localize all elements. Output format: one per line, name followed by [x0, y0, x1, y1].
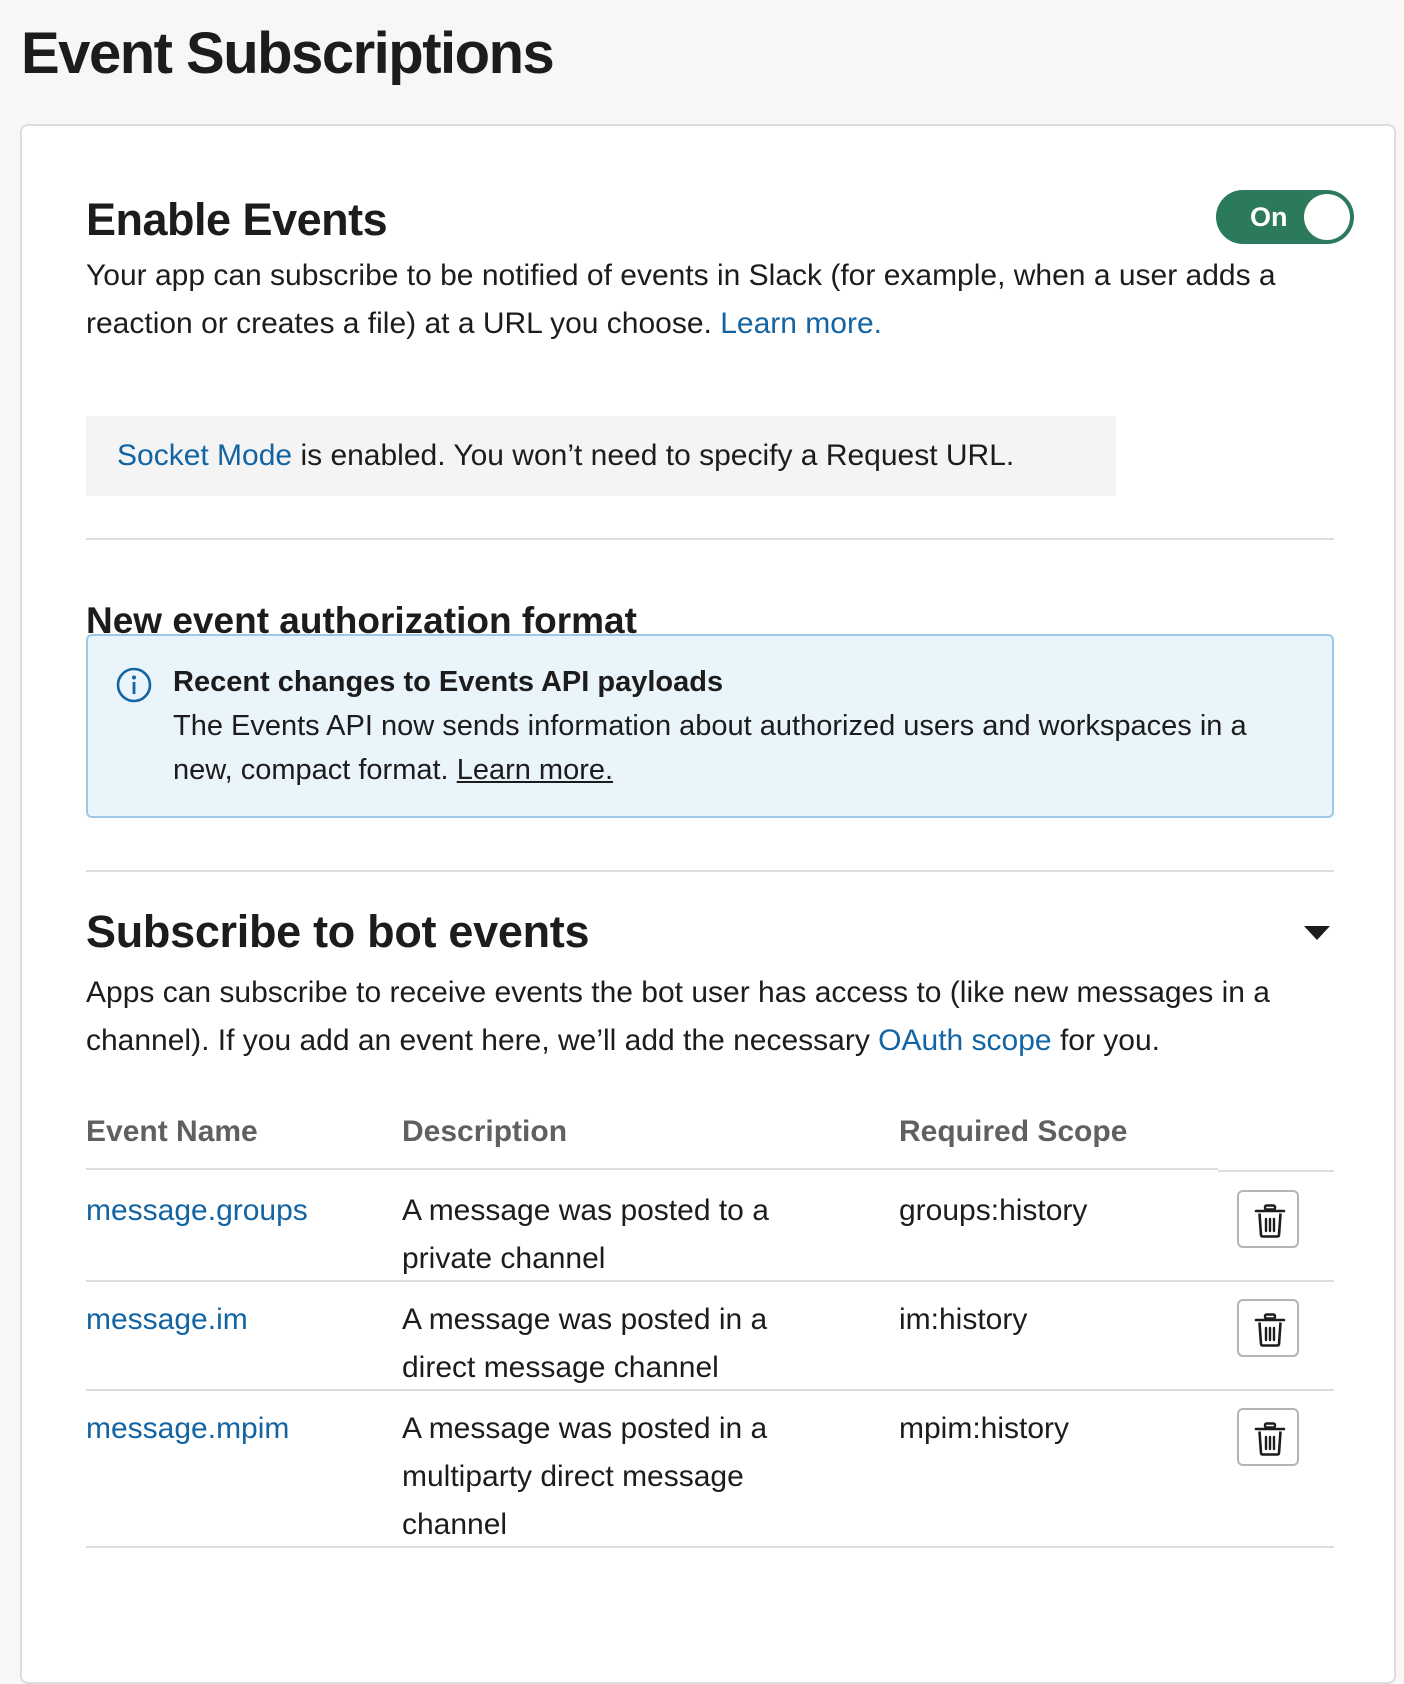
info-heading: Recent changes to Events API payloads — [173, 666, 724, 698]
section-divider — [86, 538, 1334, 540]
socket-mode-text: is enabled. You won’t need to specify a … — [300, 439, 1015, 472]
info-body-line1: The Events API now sends information abo… — [173, 710, 1247, 742]
collapse-caret-icon[interactable] — [1304, 926, 1330, 940]
bot-events-description-line2: channel). If you add an event here, we’l… — [86, 1024, 870, 1057]
enable-events-description: Your app can subscribe to be notified of… — [86, 252, 1336, 348]
enable-events-title: Enable Events — [86, 194, 388, 245]
event-name-link[interactable]: message.mpim — [86, 1405, 289, 1453]
enable-events-toggle[interactable]: On — [1216, 190, 1354, 244]
column-header-description: Description — [402, 1115, 568, 1148]
trash-icon — [1254, 1313, 1286, 1347]
event-description: A message was posted to a private channe… — [402, 1194, 769, 1275]
info-learn-more-link[interactable]: Learn more. — [457, 754, 613, 786]
column-header-required-scope: Required Scope — [899, 1115, 1128, 1148]
bot-events-description-line2-end: for you. — [1059, 1024, 1161, 1057]
event-subscriptions-card: Enable Events On Your app can subscribe … — [20, 124, 1396, 1684]
delete-event-button[interactable] — [1237, 1299, 1299, 1357]
info-body-line2: new, compact format. — [173, 754, 449, 786]
table-header-border-end — [1218, 1170, 1334, 1172]
row-divider — [86, 1389, 1334, 1391]
toggle-label: On — [1250, 202, 1288, 232]
learn-more-link[interactable]: Learn more. — [720, 307, 882, 340]
row-divider — [86, 1280, 1334, 1282]
delete-event-button[interactable] — [1237, 1190, 1299, 1248]
table-header-border — [86, 1168, 1218, 1170]
info-icon — [116, 667, 152, 703]
trash-icon — [1254, 1204, 1286, 1238]
page-title: Event Subscriptions — [21, 21, 555, 86]
info-body: The Events API now sends information abo… — [173, 704, 1303, 792]
bot-events-description-line1: Apps can subscribe to receive events the… — [86, 976, 1270, 1009]
bot-events-description: Apps can subscribe to receive events the… — [86, 969, 1336, 1065]
event-name-link[interactable]: message.groups — [86, 1187, 308, 1235]
event-description: A message was posted in a multiparty dir… — [402, 1412, 768, 1541]
oauth-scope-link[interactable]: OAuth scope — [878, 1024, 1051, 1057]
row-divider — [86, 1546, 1334, 1548]
trash-icon — [1254, 1422, 1286, 1456]
event-scope: im:history — [899, 1303, 1028, 1336]
event-description: A message was posted in a direct message… — [402, 1303, 768, 1384]
section-divider — [86, 870, 1334, 872]
event-scope: groups:history — [899, 1194, 1088, 1227]
event-scope: mpim:history — [899, 1412, 1070, 1445]
toggle-knob — [1304, 194, 1350, 240]
enable-events-description-line2: reaction or creates a file) at a URL you… — [86, 307, 712, 340]
info-callout: Recent changes to Events API payloads Th… — [86, 634, 1334, 818]
socket-mode-notice: Socket Mode is enabled. You won’t need t… — [86, 416, 1116, 496]
socket-mode-link[interactable]: Socket Mode — [117, 439, 292, 472]
bot-events-title: Subscribe to bot events — [86, 906, 590, 957]
column-header-event-name: Event Name — [86, 1115, 258, 1148]
delete-event-button[interactable] — [1237, 1408, 1299, 1466]
enable-events-description-line1: Your app can subscribe to be notified of… — [86, 259, 1276, 292]
event-name-link[interactable]: message.im — [86, 1296, 248, 1344]
